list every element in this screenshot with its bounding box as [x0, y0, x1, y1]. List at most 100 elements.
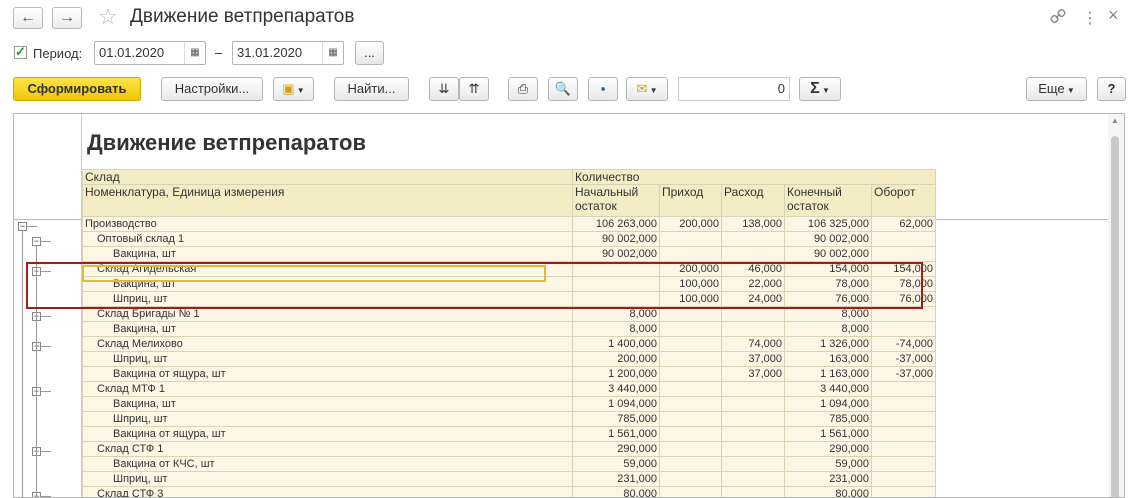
cell-name[interactable]: Склад МТФ 1 — [82, 381, 573, 397]
cell-end[interactable]: 231,000 — [784, 471, 872, 487]
table-row[interactable]: Шприц, шт 785,000 785,000 — [82, 411, 936, 427]
cell-in[interactable] — [659, 336, 722, 352]
cell-start[interactable]: 90 002,000 — [572, 246, 660, 262]
collapse-all-button[interactable]: ⇈ — [459, 77, 489, 101]
calendar-icon[interactable]: ▦ — [322, 42, 343, 64]
cell-name[interactable]: Вакцина, шт — [82, 396, 573, 412]
cell-out[interactable] — [721, 246, 785, 262]
scroll-up-arrow-icon[interactable]: ▲ — [1111, 116, 1119, 125]
cell-turn[interactable] — [871, 486, 936, 497]
cell-turn[interactable] — [871, 321, 936, 337]
cell-start[interactable]: 231,000 — [572, 471, 660, 487]
vertical-scrollbar[interactable]: ▲ — [1108, 114, 1124, 497]
cell-start[interactable]: 8,000 — [572, 321, 660, 337]
table-row[interactable]: Вакцина от ящура, шт 1 561,000 1 561,000 — [82, 426, 936, 442]
cell-out[interactable] — [721, 471, 785, 487]
cell-in[interactable] — [659, 366, 722, 382]
link-icon[interactable] — [1050, 8, 1066, 27]
cell-name[interactable]: Склад СТФ 3 — [82, 486, 573, 497]
find-button[interactable]: Найти... — [334, 77, 409, 101]
cell-end[interactable]: 163,000 — [784, 351, 872, 367]
cell-in[interactable] — [659, 471, 722, 487]
favorite-star-icon[interactable]: ☆ — [98, 4, 118, 30]
cell-name[interactable]: Шприц, шт — [82, 351, 573, 367]
cell-in[interactable] — [659, 351, 722, 367]
cell-start[interactable]: 200,000 — [572, 351, 660, 367]
cell-start[interactable]: 59,000 — [572, 456, 660, 472]
send-mail-button[interactable]: ✉ ▼ — [626, 77, 668, 101]
cell-out[interactable] — [721, 321, 785, 337]
cell-end[interactable]: 3 440,000 — [784, 381, 872, 397]
save-button[interactable]: ▪ — [588, 77, 618, 101]
print-button[interactable]: ⎙ — [508, 77, 538, 101]
cell-in[interactable] — [659, 426, 722, 442]
table-row[interactable]: Шприц, шт 200,000 37,000 163,000 -37,000 — [82, 351, 936, 367]
table-row[interactable]: Шприц, шт 231,000 231,000 — [82, 471, 936, 487]
cell-start[interactable]: 785,000 — [572, 411, 660, 427]
cell-end[interactable]: 785,000 — [784, 411, 872, 427]
cell-turn[interactable] — [871, 441, 936, 457]
cell-turn[interactable] — [871, 426, 936, 442]
report-area[interactable]: Движение ветпрепаратов Склад Количество … — [13, 113, 1125, 498]
cell-out[interactable]: 37,000 — [721, 351, 785, 367]
cell-start[interactable]: 1 094,000 — [572, 396, 660, 412]
cell-start[interactable]: 1 400,000 — [572, 336, 660, 352]
period-checkbox[interactable]: ✓ — [14, 45, 27, 59]
close-icon[interactable]: × — [1108, 5, 1119, 26]
cell-out[interactable]: 138,000 — [721, 216, 785, 232]
cell-start[interactable]: 90 002,000 — [572, 231, 660, 247]
sum-mode-button[interactable]: Σ ▼ — [799, 77, 841, 101]
cell-out[interactable] — [721, 441, 785, 457]
period-select-button[interactable]: ... — [355, 41, 384, 65]
cell-end[interactable]: 1 163,000 — [784, 366, 872, 382]
expand-all-button[interactable]: ⇊ — [429, 77, 459, 101]
cell-name[interactable]: Вакцина, шт — [82, 321, 573, 337]
cell-out[interactable] — [721, 231, 785, 247]
cell-name[interactable]: Склад СТФ 1 — [82, 441, 573, 457]
cell-end[interactable]: 290,000 — [784, 441, 872, 457]
settings-button[interactable]: Настройки... — [161, 77, 263, 101]
cell-out[interactable]: 74,000 — [721, 336, 785, 352]
cell-end[interactable]: 1 561,000 — [784, 426, 872, 442]
cell-end[interactable]: 59,000 — [784, 456, 872, 472]
cell-start[interactable]: 3 440,000 — [572, 381, 660, 397]
cell-turn[interactable]: 62,000 — [871, 216, 936, 232]
cell-name[interactable]: Оптовый склад 1 — [82, 231, 573, 247]
cell-turn[interactable] — [871, 456, 936, 472]
cell-name[interactable]: Производство — [82, 216, 573, 232]
cell-name[interactable]: Вакцина, шт — [82, 246, 573, 262]
preview-button[interactable]: 🔍 — [548, 77, 578, 101]
cell-in[interactable] — [659, 321, 722, 337]
cell-in[interactable] — [659, 486, 722, 497]
cell-in[interactable] — [659, 246, 722, 262]
cell-in[interactable]: 200,000 — [659, 216, 722, 232]
cell-in[interactable] — [659, 456, 722, 472]
cell-out[interactable] — [721, 486, 785, 497]
calendar-icon[interactable]: ▦ — [184, 42, 205, 64]
table-row[interactable]: Вакцина, шт 90 002,000 90 002,000 — [82, 246, 936, 262]
cell-turn[interactable]: -37,000 — [871, 351, 936, 367]
cell-turn[interactable] — [871, 396, 936, 412]
cell-turn[interactable]: -37,000 — [871, 366, 936, 382]
cell-out[interactable] — [721, 456, 785, 472]
group-collapse-button[interactable]: − — [18, 222, 27, 231]
cell-name[interactable]: Шприц, шт — [82, 471, 573, 487]
cell-name[interactable]: Вакцина от ящура, шт — [82, 366, 573, 382]
table-row[interactable]: Склад Мелихово 1 400,000 74,000 1 326,000 -7… — [82, 336, 936, 352]
table-row[interactable]: Склад СТФ 3 80,000 80,000 — [82, 486, 936, 497]
cell-start[interactable]: 80,000 — [572, 486, 660, 497]
table-row[interactable]: Вакцина, шт 1 094,000 1 094,000 — [82, 396, 936, 412]
cell-name[interactable]: Вакцина от КЧС, шт — [82, 456, 573, 472]
cell-name[interactable]: Вакцина от ящура, шт — [82, 426, 573, 442]
cell-name[interactable]: Склад Мелихово — [82, 336, 573, 352]
cell-start[interactable]: 1 561,000 — [572, 426, 660, 442]
more-menu-icon[interactable]: ⋮ — [1082, 8, 1098, 28]
help-button[interactable]: ? — [1097, 77, 1126, 101]
cell-end[interactable]: 90 002,000 — [784, 231, 872, 247]
cell-end[interactable]: 1 326,000 — [784, 336, 872, 352]
cell-in[interactable] — [659, 441, 722, 457]
period-to-field[interactable]: 31.01.2020 ▦ — [232, 41, 344, 65]
group-collapse-button[interactable]: − — [32, 237, 41, 246]
table-row[interactable]: Вакцина от ящура, шт 1 200,000 37,000 1 163… — [82, 366, 936, 382]
cell-name[interactable]: Шприц, шт — [82, 411, 573, 427]
